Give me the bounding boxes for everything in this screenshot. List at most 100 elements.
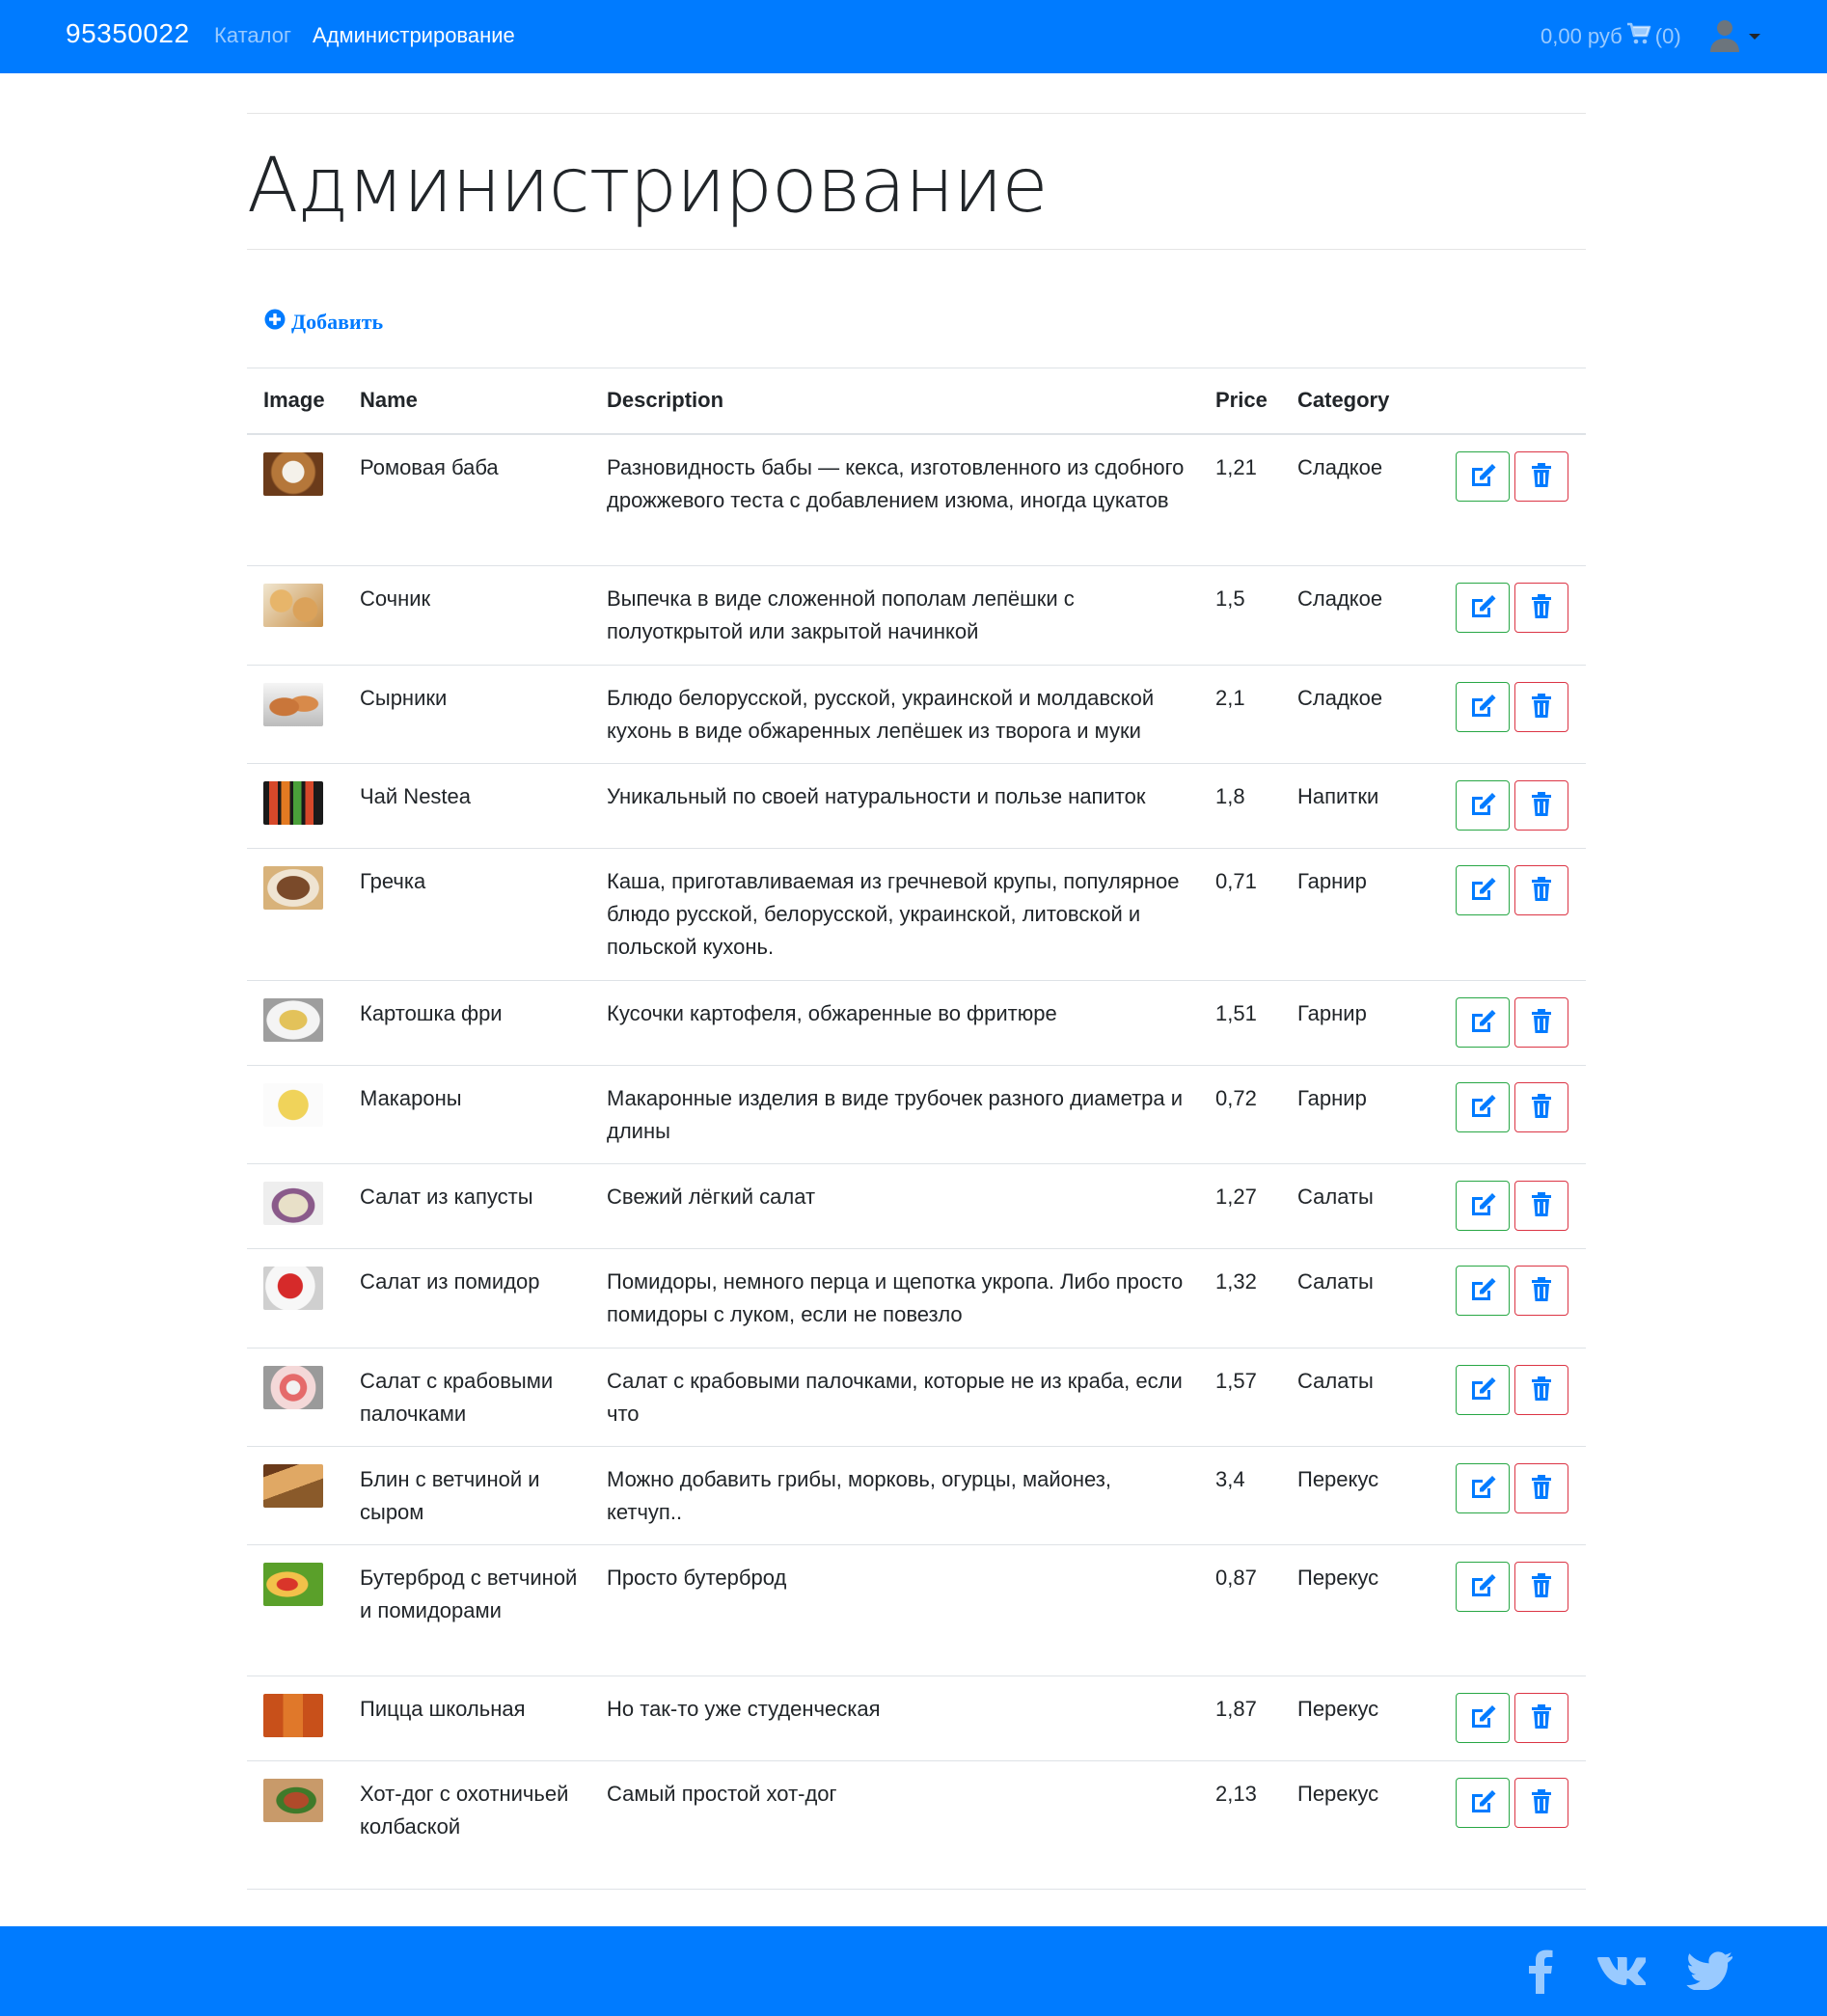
product-name: Салат из помидор [360,1269,540,1294]
delete-button[interactable] [1514,780,1568,831]
brand-link[interactable]: 95350022 [66,18,190,49]
row-actions [1456,997,1568,1048]
page-title: Администрирование [247,143,1048,230]
product-price: 1,57 [1215,1369,1257,1393]
trash-icon [1531,1008,1552,1037]
edit-button[interactable] [1456,1082,1510,1132]
delete-button[interactable] [1514,997,1568,1048]
product-description: Самый простой хот-дог [607,1782,837,1806]
delete-button[interactable] [1514,1365,1568,1415]
header-name: Name [360,388,418,412]
product-image [263,1779,323,1822]
table-row: Пицца школьная Но так-то уже студенческа… [247,1676,1586,1761]
product-price: 1,8 [1215,784,1245,808]
product-image [263,584,323,627]
trash-icon [1531,1788,1552,1817]
edit-icon [1469,1094,1496,1122]
cart-link[interactable]: 0,00 руб (0) [1541,22,1681,51]
header-price: Price [1215,388,1268,412]
product-description: Блюдо белорусской, русской, украинской и… [607,686,1155,743]
delete-button[interactable] [1514,682,1568,732]
trash-icon [1531,1572,1552,1601]
delete-button[interactable] [1514,583,1568,633]
nav-link-admin[interactable]: Администрирование [313,23,515,48]
edit-button[interactable] [1456,865,1510,915]
edit-icon [1469,1192,1496,1220]
nav-link-catalog[interactable]: Каталог [214,23,291,48]
edit-button[interactable] [1456,1365,1510,1415]
product-price: 1,87 [1215,1697,1257,1721]
edit-button[interactable] [1456,780,1510,831]
delete-button[interactable] [1514,865,1568,915]
product-description: Кусочки картофеля, обжаренные во фритюре [607,1001,1057,1025]
divider [247,113,1586,114]
product-description: Уникальный по своей натуральности и поль… [607,784,1146,808]
product-image [263,1464,323,1508]
user-menu-toggle[interactable] [1707,17,1761,57]
header-description: Description [607,388,724,412]
product-description: Салат с крабовыми палочками, которые не … [607,1369,1183,1426]
row-actions [1456,1562,1568,1612]
edit-button[interactable] [1456,997,1510,1048]
edit-button[interactable] [1456,1562,1510,1612]
add-button-label: Добавить [291,310,384,334]
edit-icon [1469,694,1496,722]
delete-button[interactable] [1514,1181,1568,1231]
product-name: Чай Nestea [360,784,472,808]
delete-button[interactable] [1514,1562,1568,1612]
product-description: Макаронные изделия в виде трубочек разно… [607,1086,1184,1143]
table-row: Чай Nestea Уникальный по своей натуральн… [247,764,1586,849]
product-category: Сладкое [1297,686,1383,710]
row-actions [1456,780,1568,831]
delete-button[interactable] [1514,1693,1568,1743]
edit-button[interactable] [1456,682,1510,732]
vk-icon[interactable] [1597,1955,1648,1991]
products-table: Image Name Description Price Category Ро… [247,368,1586,1890]
row-actions [1456,682,1568,732]
product-image [263,1563,323,1606]
add-button[interactable]: Добавить [264,309,383,336]
cart-total: 0,00 руб [1541,24,1622,48]
table-row: Салат из помидор Помидоры, немного перца… [247,1249,1586,1349]
twitter-icon[interactable] [1686,1951,1732,1995]
edit-button[interactable] [1456,583,1510,633]
cart-icon [1626,22,1651,51]
product-name: Сырники [360,686,448,710]
product-name: Ромовая баба [360,455,499,479]
edit-icon [1469,594,1496,622]
edit-button[interactable] [1456,451,1510,502]
divider [247,249,1586,250]
edit-button[interactable] [1456,1778,1510,1828]
row-actions [1456,1082,1568,1132]
trash-icon [1531,1276,1552,1305]
delete-button[interactable] [1514,1266,1568,1316]
product-name: Салат с крабовыми палочками [360,1369,554,1426]
delete-button[interactable] [1514,1463,1568,1513]
edit-button[interactable] [1456,1463,1510,1513]
edit-icon [1469,1475,1496,1503]
delete-button[interactable] [1514,451,1568,502]
edit-button[interactable] [1456,1693,1510,1743]
edit-button[interactable] [1456,1181,1510,1231]
edit-button[interactable] [1456,1266,1510,1316]
trash-icon [1531,1093,1552,1122]
product-name: Салат из капусты [360,1185,533,1209]
product-category: Перекус [1297,1782,1379,1806]
product-image [263,1267,323,1310]
product-price: 2,1 [1215,686,1245,710]
navbar: 95350022 Каталог Администрирование 0,00 … [0,0,1827,73]
facebook-icon[interactable] [1526,1948,1555,1999]
product-price: 0,71 [1215,869,1257,893]
delete-button[interactable] [1514,1778,1568,1828]
product-category: Перекус [1297,1467,1379,1491]
table-row: Гречка Каша, приготавливаемая из гречнев… [247,849,1586,981]
product-name: Сочник [360,586,431,611]
table-row: Сочник Выпечка в виде сложенной пополам … [247,566,1586,666]
product-image [263,781,323,825]
product-name: Бутерброд с ветчиной и помидорами [360,1566,578,1622]
table-body: Ромовая баба Разновидность бабы — кекса,… [247,435,1586,1890]
product-category: Салаты [1297,1269,1374,1294]
delete-button[interactable] [1514,1082,1568,1132]
table-row: Макароны Макаронные изделия в виде трубо… [247,1066,1586,1164]
product-name: Пицца школьная [360,1697,526,1721]
